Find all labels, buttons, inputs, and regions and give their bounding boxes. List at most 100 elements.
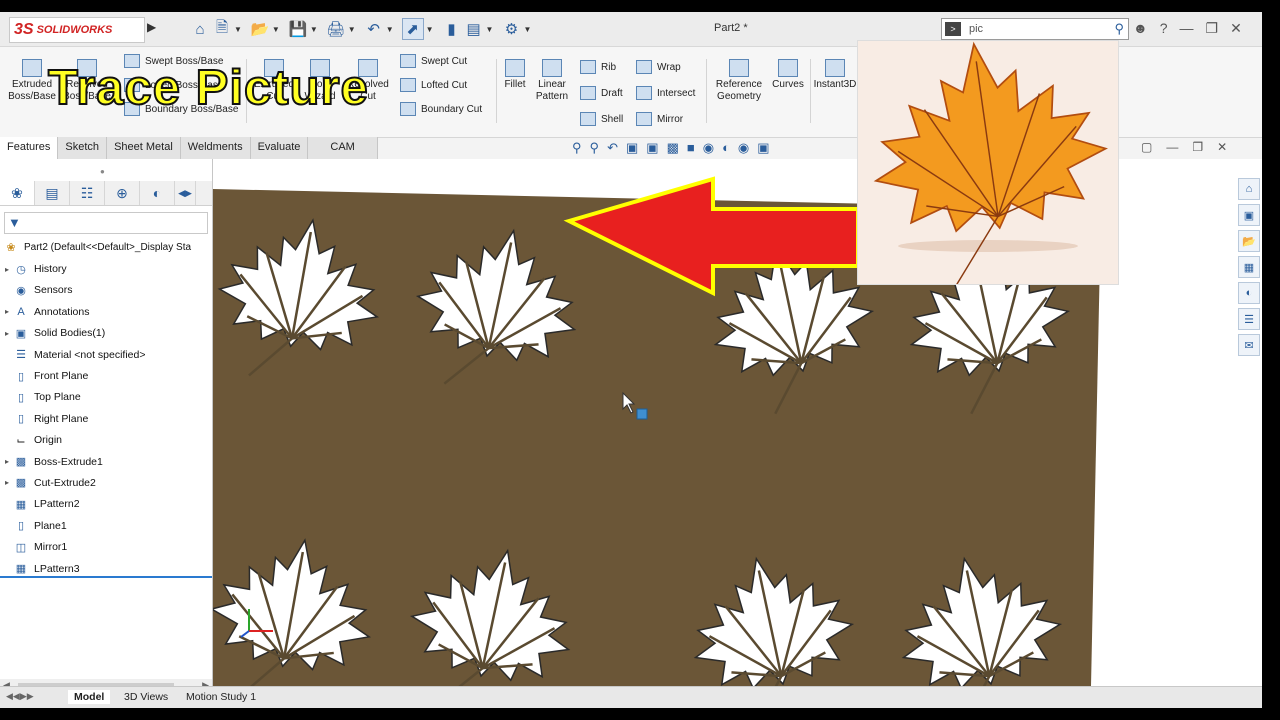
tree-item-top-plane[interactable]: ▯ Top Plane — [0, 387, 212, 408]
home-icon[interactable]: ⌂ — [1238, 178, 1260, 200]
tree-item-history[interactable]: ▸ ◷ History — [0, 258, 212, 279]
expand-panel-icon[interactable]: ▢ — [1141, 140, 1152, 154]
appearances-icon[interactable]: ◐ — [1238, 282, 1260, 304]
restore-icon[interactable]: ❐ — [1192, 140, 1203, 154]
expand-arrow-icon[interactable]: ▸ — [0, 457, 14, 466]
lofted-cut-button[interactable]: Lofted Cut — [400, 78, 467, 92]
help-icon[interactable]: ? — [1160, 20, 1168, 37]
new-document-icon[interactable]: 🗎 — [212, 19, 232, 39]
tree-item-cut-extrude2[interactable]: ▸ ▩ Cut-Extrude2 — [0, 472, 212, 493]
tree-item-boss-extrude1[interactable]: ▸ ▩ Boss-Extrude1 — [0, 451, 212, 472]
zoom-to-fit-icon[interactable]: ⚲ — [572, 140, 582, 156]
dimxpert-tab-icon[interactable]: ⊕ — [105, 181, 140, 205]
dynamic-annotation-icon[interactable]: ▣ — [646, 140, 658, 156]
linear-pattern-button[interactable]: Linear Pattern — [532, 59, 572, 103]
tab-sheet-metal[interactable]: Sheet Metal — [107, 137, 181, 159]
search-commands[interactable]: > ⚲ — [941, 18, 1129, 40]
chevron-down-icon[interactable]: ▼ — [348, 25, 356, 34]
feature-manager-tab-icon[interactable]: ❀ — [0, 181, 35, 205]
rollback-bar[interactable] — [0, 576, 212, 578]
previous-view-icon[interactable]: ↶ — [607, 140, 618, 156]
expand-arrow-icon[interactable]: ▸ — [0, 307, 14, 316]
hide-show-items-icon[interactable]: ◉ — [703, 140, 714, 156]
chevron-down-icon[interactable]: ▼ — [486, 25, 494, 34]
tree-item-lpattern2[interactable]: ▦ LPattern2 — [0, 494, 212, 515]
chevron-down-icon[interactable]: ▼ — [386, 25, 394, 34]
user-icon[interactable]: ☻ — [1133, 20, 1148, 37]
tree-item-annotations[interactable]: ▸ A Annotations — [0, 301, 212, 322]
custom-properties-icon[interactable]: ☰ — [1238, 308, 1260, 330]
chevron-down-icon[interactable]: ▼ — [234, 25, 242, 34]
tab-3d-views[interactable]: 3D Views — [118, 690, 174, 704]
restore-icon[interactable]: ❐ — [1206, 20, 1219, 37]
resources-icon[interactable]: ▣ — [1238, 204, 1260, 226]
configuration-manager-tab-icon[interactable]: ☷ — [70, 181, 105, 205]
chevron-down-icon[interactable]: ▼ — [272, 25, 280, 34]
tab-sketch[interactable]: Sketch — [58, 137, 108, 159]
apply-scene-icon[interactable]: ◉ — [738, 140, 749, 156]
tab-model[interactable]: Model — [68, 690, 111, 704]
expand-arrow-icon[interactable]: ▸ — [0, 265, 14, 274]
instant3d-button[interactable]: Instant3D — [813, 59, 857, 91]
minimize-icon[interactable]: — — [1166, 140, 1178, 154]
wrap-button[interactable]: Wrap — [636, 60, 681, 74]
tab-cam[interactable]: CAM — [308, 137, 378, 159]
close-icon[interactable]: ✕ — [1217, 140, 1227, 154]
view-orientation-icon[interactable]: ▩ — [667, 140, 679, 156]
section-view-icon[interactable]: ▣ — [626, 140, 638, 156]
tree-item-origin[interactable]: ⌙ Origin — [0, 430, 212, 451]
tree-item-mirror1[interactable]: ◫ Mirror1 — [0, 536, 212, 557]
expand-arrow-icon[interactable]: ▸ — [0, 329, 14, 338]
tree-item-front-plane[interactable]: ▯ Front Plane — [0, 365, 212, 386]
intersect-button[interactable]: Intersect — [636, 86, 695, 100]
tree-item-material[interactable]: ☰ Material <not specified> — [0, 344, 212, 365]
panel-grip-icon[interactable]: ● — [100, 167, 105, 176]
chevron-down-icon[interactable]: ▼ — [310, 25, 318, 34]
home-icon[interactable]: ⌂ — [190, 19, 210, 39]
tab-weldments[interactable]: Weldments — [180, 137, 251, 159]
minimize-icon[interactable]: — — [1180, 20, 1194, 37]
tab-evaluate[interactable]: Evaluate — [250, 137, 309, 159]
file-properties-icon[interactable]: ▤ — [464, 19, 484, 39]
solidworks-logo[interactable]: 3S SOLIDWORKS — [9, 17, 145, 43]
mirror-button[interactable]: Mirror — [636, 112, 683, 126]
undo-icon[interactable]: ↶ — [364, 19, 384, 39]
swept-cut-button[interactable]: Swept Cut — [400, 54, 467, 68]
display-manager-tab-icon[interactable]: ◐ — [140, 181, 175, 205]
search-icon[interactable]: ⚲ — [1114, 21, 1124, 37]
reference-geometry-button[interactable]: Reference Geometry — [712, 59, 766, 103]
save-icon[interactable]: 💾 — [288, 19, 308, 39]
tab-scroll-arrows-icon[interactable]: ◀◀▶▶ — [6, 691, 34, 702]
edit-appearance-icon[interactable]: ◐ — [722, 140, 730, 156]
tree-item-sensors[interactable]: ◉ Sensors — [0, 280, 212, 301]
tree-item-plane1[interactable]: ▯ Plane1 — [0, 515, 212, 536]
search-input[interactable] — [967, 22, 1091, 36]
chevron-down-icon[interactable]: ▼ — [523, 25, 531, 34]
view-settings-icon[interactable]: ▣ — [757, 140, 769, 156]
print-icon[interactable]: 🖨 — [326, 19, 346, 39]
tree-root-part[interactable]: ❀ Part2 (Default<<Default>_Display Sta — [0, 237, 212, 258]
menu-expand-icon[interactable]: ▶ — [147, 20, 156, 34]
fillet-button[interactable]: Fillet — [500, 59, 530, 91]
forum-icon[interactable]: ✉ — [1238, 334, 1260, 356]
close-icon[interactable]: ✕ — [1230, 20, 1242, 37]
tree-item-right-plane[interactable]: ▯ Right Plane — [0, 408, 212, 429]
shell-button[interactable]: Shell — [580, 112, 623, 126]
design-library-icon[interactable]: ▦ — [1238, 256, 1260, 278]
zoom-to-area-icon[interactable]: ⚲ — [590, 140, 600, 156]
display-style-icon[interactable]: ■ — [687, 140, 695, 156]
rebuild-icon[interactable]: ▮ — [442, 19, 462, 39]
file-explorer-icon[interactable]: 📂 — [1238, 230, 1260, 252]
chevron-down-icon[interactable]: ▼ — [426, 25, 434, 34]
tree-item-solid-bodies[interactable]: ▸ ▣ Solid Bodies(1) — [0, 323, 212, 344]
select-pointer-icon[interactable]: ⬈ — [401, 18, 424, 40]
boundary-cut-button[interactable]: Boundary Cut — [400, 102, 482, 116]
curves-button[interactable]: Curves — [770, 59, 806, 91]
options-gear-icon[interactable]: ⚙ — [501, 19, 521, 39]
rib-button[interactable]: Rib — [580, 60, 616, 74]
more-tabs-icon[interactable]: ◀▶ — [175, 181, 196, 205]
tab-features[interactable]: Features — [0, 137, 59, 159]
tree-filter[interactable]: ▼ — [4, 212, 208, 234]
expand-arrow-icon[interactable]: ▸ — [0, 478, 14, 487]
tab-motion-study-1[interactable]: Motion Study 1 — [180, 690, 262, 704]
